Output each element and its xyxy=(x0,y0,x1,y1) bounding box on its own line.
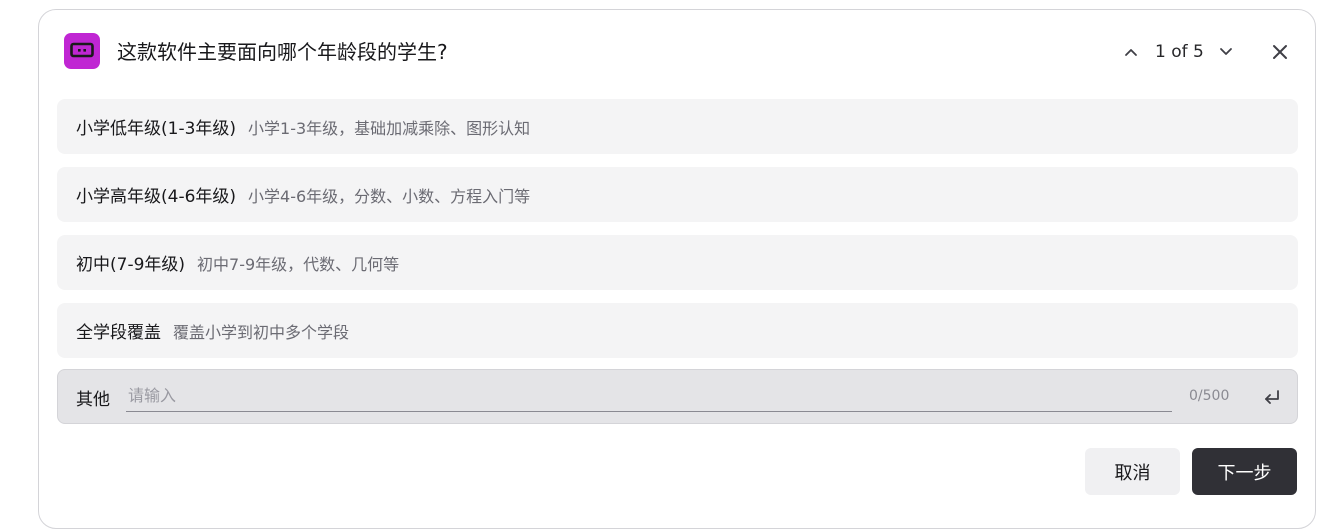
option-description: 小学1-3年级，基础加减乘除、图形认知 xyxy=(248,118,531,138)
chevron-up-icon[interactable] xyxy=(1119,40,1143,64)
close-icon[interactable] xyxy=(1268,40,1292,64)
option-item[interactable]: 初中(7-9年级) 初中7-9年级，代数、几何等 xyxy=(57,235,1298,290)
dialog-header: 这款软件主要面向哪个年龄段的学生? 1 of 5 xyxy=(39,10,1315,94)
char-counter: 0/500 xyxy=(1189,388,1230,404)
other-input[interactable] xyxy=(126,380,1172,412)
question-title: 这款软件主要面向哪个年龄段的学生? xyxy=(117,40,448,64)
options-list: 小学低年级(1-3年级) 小学1-3年级，基础加减乘除、图形认知 小学高年级(4… xyxy=(57,99,1298,371)
chat-bubble-icon xyxy=(64,33,100,69)
option-item[interactable]: 小学高年级(4-6年级) 小学4-6年级，分数、小数、方程入门等 xyxy=(57,167,1298,222)
option-item[interactable]: 全学段覆盖 覆盖小学到初中多个学段 xyxy=(57,303,1298,358)
option-label: 初中(7-9年级) xyxy=(76,255,186,275)
option-label: 全学段覆盖 xyxy=(76,323,161,343)
option-description: 覆盖小学到初中多个学段 xyxy=(173,322,350,342)
question-dialog: 这款软件主要面向哪个年龄段的学生? 1 of 5 小学低年级(1-3年级) 小学… xyxy=(38,9,1316,529)
option-description: 初中7-9年级，代数、几何等 xyxy=(197,254,400,274)
option-label: 小学高年级(4-6年级) xyxy=(76,187,237,207)
option-description: 小学4-6年级，分数、小数、方程入门等 xyxy=(248,186,531,206)
option-label: 小学低年级(1-3年级) xyxy=(76,119,237,139)
dialog-footer: 取消 下一步 xyxy=(1085,448,1297,495)
enter-return-icon[interactable] xyxy=(1260,385,1284,409)
other-option[interactable]: 其他 0/500 xyxy=(57,369,1298,424)
chevron-down-icon[interactable] xyxy=(1214,40,1238,64)
next-button[interactable]: 下一步 xyxy=(1192,448,1297,495)
cancel-button[interactable]: 取消 xyxy=(1085,448,1180,495)
option-item[interactable]: 小学低年级(1-3年级) 小学1-3年级，基础加减乘除、图形认知 xyxy=(57,99,1298,154)
other-label: 其他 xyxy=(76,390,110,410)
pager: 1 of 5 xyxy=(1119,40,1238,64)
pager-text: 1 of 5 xyxy=(1155,42,1204,62)
